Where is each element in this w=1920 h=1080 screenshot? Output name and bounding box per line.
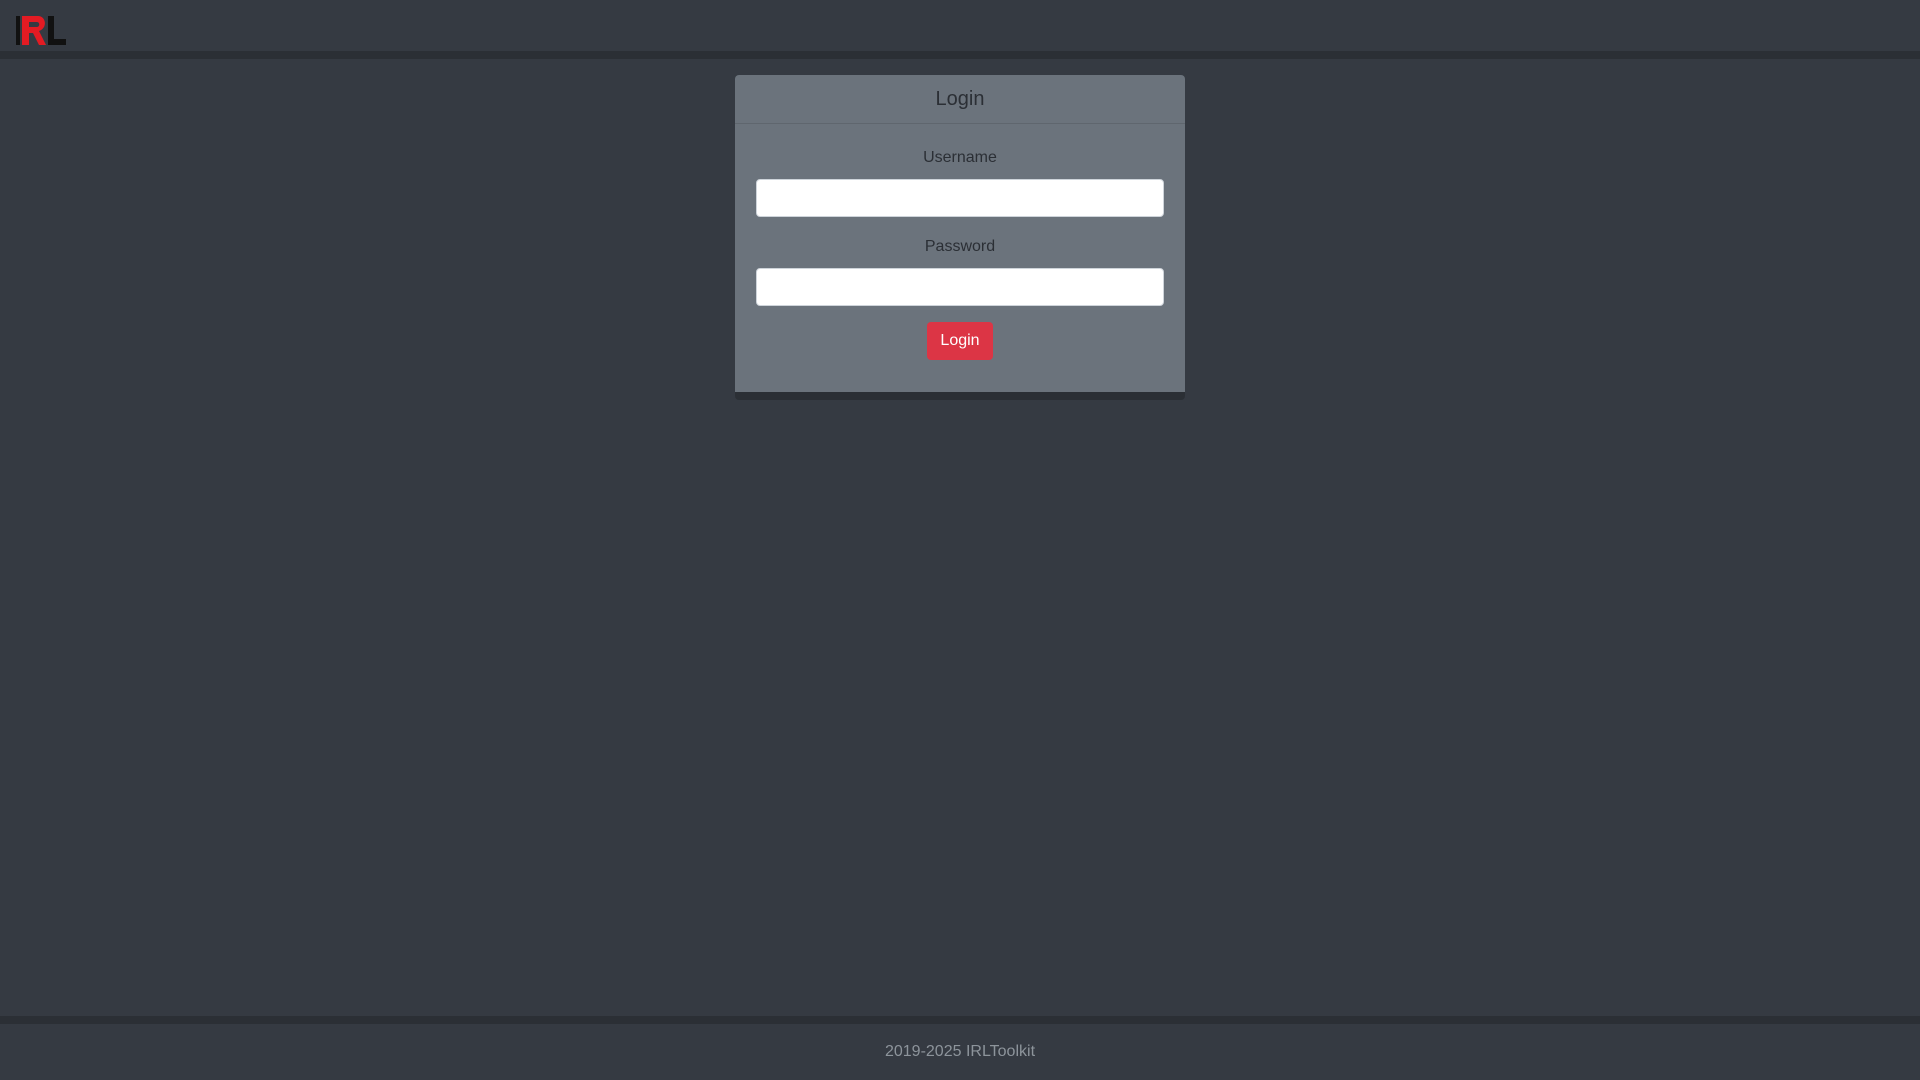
login-card: Login Username Password Login	[735, 75, 1185, 400]
login-button[interactable]: Login	[927, 322, 993, 360]
login-card-header: Login	[735, 75, 1185, 124]
copyright-text: 2019-2025 IRLToolkit	[884, 1043, 1036, 1060]
login-page: Login Username Password Login 2019-2025 …	[0, 0, 1920, 1080]
username-group: Username	[756, 148, 1164, 217]
login-title: Login	[935, 87, 985, 110]
password-input[interactable]	[756, 268, 1164, 306]
irl-logo-icon[interactable]	[14, 12, 68, 48]
username-input[interactable]	[756, 179, 1164, 217]
page-footer: 2019-2025 IRLToolkit	[0, 1016, 1920, 1080]
password-label: Password	[924, 238, 996, 255]
login-form: Username Password Login	[735, 124, 1185, 360]
username-label: Username	[923, 149, 997, 166]
top-navbar	[0, 0, 1920, 59]
password-group: Password	[756, 237, 1164, 306]
